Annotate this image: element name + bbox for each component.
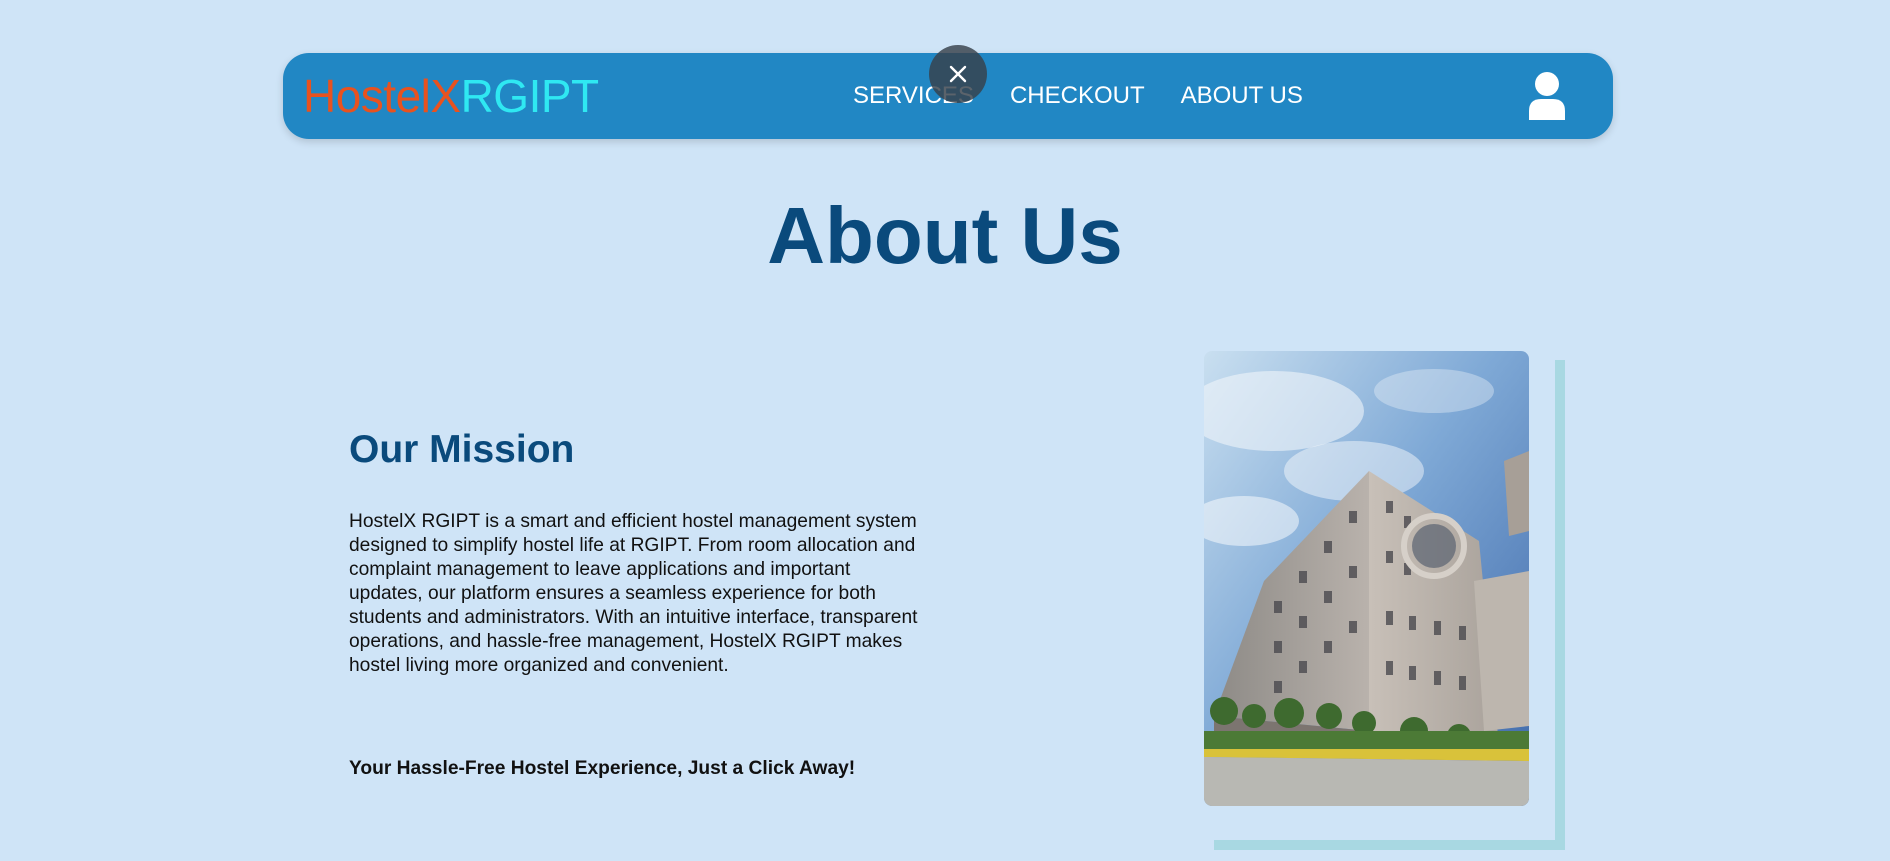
user-icon [1529, 72, 1565, 120]
close-button[interactable] [929, 45, 987, 103]
page-title: About Us [767, 191, 1123, 280]
brand-part-1: HostelX [303, 70, 461, 122]
brand-part-2: RGIPT [460, 70, 600, 122]
nav-links: SERVICES CHECKOUT ABOUT US [853, 53, 1303, 139]
mission-description: HostelX RGIPT is a smart and efficient h… [349, 511, 918, 676]
nav-link-about-us[interactable]: ABOUT US [1181, 82, 1303, 110]
close-icon [949, 65, 967, 83]
nav-link-checkout[interactable]: CHECKOUT [1010, 82, 1145, 110]
mission-heading: Our Mission [349, 428, 575, 471]
tagline: Your Hassle-Free Hostel Experience, Just… [349, 758, 856, 779]
user-profile-button[interactable] [1523, 70, 1571, 122]
hostel-building-photo [1204, 351, 1529, 806]
brand-logo[interactable]: HostelXRGIPT [303, 68, 599, 124]
